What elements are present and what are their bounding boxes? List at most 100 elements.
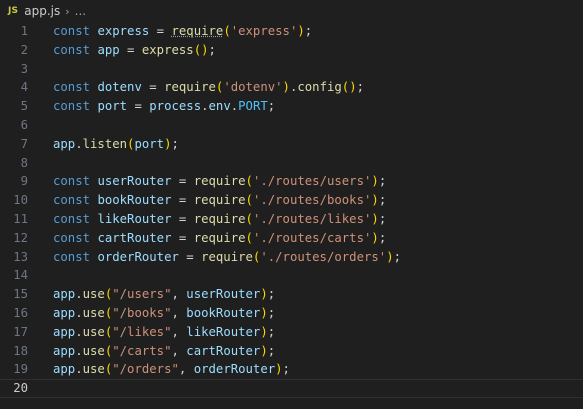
breadcrumb-file[interactable]: app.js	[24, 4, 60, 18]
token-function: require	[201, 249, 253, 264]
token-variable: bookRouter	[186, 305, 261, 320]
code-line[interactable]: 5 const port = process.env.PORT;	[0, 97, 583, 116]
code-line[interactable]: 9 const userRouter = require('./routes/u…	[0, 172, 583, 191]
line-content[interactable]	[28, 116, 53, 135]
line-content[interactable]: const userRouter = require('./routes/use…	[28, 172, 386, 191]
line-content[interactable]: const cartRouter = require('./routes/car…	[28, 229, 386, 248]
token-bracket: (	[193, 42, 202, 57]
line-number: 13	[13, 249, 28, 264]
code-line[interactable]: 19 app.use("/orders", orderRouter);	[0, 360, 583, 379]
line-number: 8	[20, 155, 28, 170]
token-function: require	[171, 24, 224, 38]
token-function: use	[82, 343, 105, 358]
token-punctuation: .	[75, 324, 83, 339]
current-line[interactable]: 20	[0, 379, 583, 398]
line-number: 4	[20, 80, 28, 95]
token-operator: =	[119, 42, 142, 57]
line-content[interactable]: app.use("/users", userRouter);	[28, 285, 275, 304]
line-content[interactable]	[28, 379, 53, 398]
token-variable: app	[97, 42, 120, 57]
line-number: 10	[13, 193, 28, 208]
token-punctuation: .	[75, 362, 83, 377]
line-number: 14	[13, 268, 28, 283]
token-bracket: )	[282, 80, 290, 95]
code-area[interactable]: 1 const express = require('express'); 2 …	[0, 22, 583, 398]
token-keyword: const	[53, 249, 91, 264]
token-operator: =	[171, 211, 194, 226]
code-line[interactable]: 15 app.use("/users", userRouter);	[0, 285, 583, 304]
token-string: "/orders"	[112, 362, 179, 377]
token-bracket: )	[201, 42, 209, 57]
token-bracket: (	[245, 174, 253, 189]
line-content[interactable]: app.use("/carts", cartRouter);	[28, 342, 275, 361]
line-content[interactable]: const dotenv = require('dotenv').config(…	[28, 78, 364, 97]
line-content[interactable]: app.use("/books", bookRouter);	[28, 304, 275, 323]
token-function: use	[82, 362, 105, 377]
code-line[interactable]: 11 const likeRouter = require('./routes/…	[0, 210, 583, 229]
code-line[interactable]: 4 const dotenv = require('dotenv').confi…	[0, 78, 583, 97]
code-line[interactable]: 10 const bookRouter = require('./routes/…	[0, 191, 583, 210]
token-function: use	[82, 287, 105, 302]
line-content[interactable]: app.use("/orders", orderRouter);	[28, 360, 290, 379]
code-line[interactable]: 7 app.listen(port);	[0, 135, 583, 154]
code-line[interactable]: 17 app.use("/likes", likeRouter);	[0, 323, 583, 342]
token-string: './routes/orders'	[260, 249, 387, 264]
code-line[interactable]: 18 app.use("/carts", cartRouter);	[0, 342, 583, 361]
token-punctuation: ;	[267, 324, 276, 339]
token-string: "/users"	[112, 287, 172, 302]
token-variable: orderRouter	[193, 362, 276, 377]
token-punctuation: ;	[208, 42, 216, 57]
token-operator: =	[171, 174, 194, 189]
line-content[interactable]: const express = require('express');	[28, 22, 312, 41]
code-line[interactable]: 6	[0, 116, 583, 135]
line-number: 20	[13, 381, 28, 396]
token-keyword: const	[53, 174, 91, 189]
token-variable: app	[53, 324, 76, 339]
breadcrumb-symbols[interactable]: ...	[75, 4, 86, 18]
code-line[interactable]: 16 app.use("/books", bookRouter);	[0, 304, 583, 323]
token-punctuation: .	[75, 136, 83, 151]
token-function: listen	[82, 136, 128, 151]
line-content[interactable]: app.listen(port);	[28, 135, 179, 154]
token-punctuation: ,	[171, 305, 187, 320]
line-number: 5	[20, 99, 28, 114]
code-line[interactable]: 2 const app = express();	[0, 41, 583, 60]
token-bracket: )	[371, 230, 379, 245]
line-content[interactable]	[28, 60, 53, 79]
token-bracket: )	[386, 249, 394, 264]
code-line[interactable]: 3	[0, 60, 583, 79]
code-line[interactable]: 8	[0, 154, 583, 173]
token-variable: app	[53, 305, 76, 320]
token-variable: bookRouter	[97, 193, 172, 208]
code-line[interactable]: 14	[0, 266, 583, 285]
line-number: 16	[13, 305, 28, 320]
token-string: "/carts"	[112, 343, 172, 358]
token-punctuation: ;	[378, 193, 387, 208]
line-content[interactable]: const bookRouter = require('./routes/boo…	[28, 191, 386, 210]
token-punctuation: ;	[267, 287, 276, 302]
line-content[interactable]	[28, 154, 53, 173]
line-content[interactable]: app.use("/likes", likeRouter);	[28, 323, 275, 342]
line-content[interactable]: const likeRouter = require('./routes/lik…	[28, 210, 386, 229]
code-line[interactable]: 12 const cartRouter = require('./routes/…	[0, 229, 583, 248]
line-number: 17	[13, 324, 28, 339]
line-number: 6	[20, 117, 28, 132]
token-operator: =	[149, 24, 172, 38]
token-punctuation: ,	[171, 343, 187, 358]
token-variable: cartRouter	[97, 230, 172, 245]
token-function: require	[193, 174, 246, 189]
code-editor[interactable]: JS app.js › ... 1 const express = requir…	[0, 0, 583, 409]
code-line[interactable]: 1 const express = require('express');	[0, 22, 583, 41]
line-content[interactable]	[28, 266, 53, 285]
line-content[interactable]: const port = process.env.PORT;	[28, 97, 275, 116]
token-punctuation: ;	[378, 211, 387, 226]
code-line[interactable]: 13 const orderRouter = require('./routes…	[0, 248, 583, 267]
line-number: 19	[13, 362, 28, 377]
token-keyword: const	[53, 24, 91, 38]
token-bracket: )	[349, 80, 357, 95]
token-bracket: )	[275, 362, 283, 377]
token-punctuation: ;	[378, 230, 387, 245]
line-number: 7	[20, 136, 28, 151]
line-content[interactable]: const orderRouter = require('./routes/or…	[28, 248, 401, 267]
line-content[interactable]: const app = express();	[28, 41, 216, 60]
